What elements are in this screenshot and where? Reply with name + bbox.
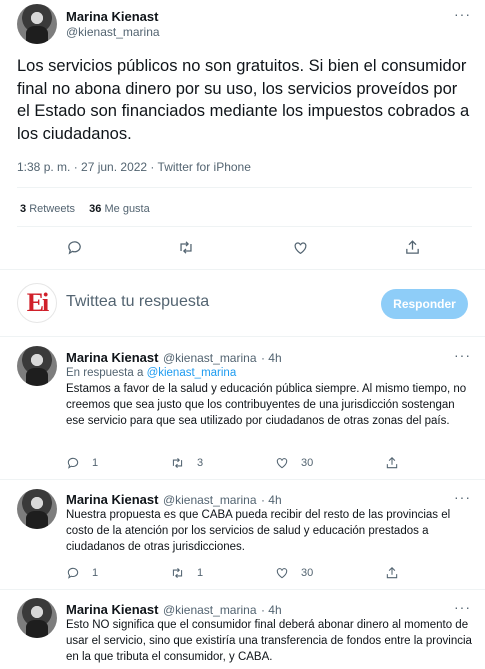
like-action[interactable]: 30 <box>275 566 313 580</box>
tweet-timestamp[interactable]: 1:38 p. m. · 27 jun. 2022 · Twitter for … <box>17 160 251 174</box>
reply-to-handle[interactable]: @kienast_marina <box>147 367 237 379</box>
like-action[interactable]: 30 <box>275 456 313 470</box>
reply-time[interactable]: · 4h <box>261 351 282 365</box>
author-avatar[interactable] <box>17 598 57 638</box>
author-name[interactable]: Marina Kienast <box>66 9 158 24</box>
reply-time[interactable]: · 4h <box>261 603 282 617</box>
reply-time[interactable]: · 4h <box>261 493 282 507</box>
more-icon[interactable]: ··· <box>454 489 471 505</box>
author-handle[interactable]: @kienast_marina <box>66 25 160 39</box>
retweet-action[interactable]: 3 <box>170 456 203 470</box>
author-avatar[interactable] <box>17 4 57 44</box>
tweet-stats: 3 Retweets 36 Me gusta <box>20 203 150 215</box>
author-name[interactable]: Marina Kienast <box>66 602 158 617</box>
reply-button[interactable]: Responder <box>381 289 468 319</box>
likes-count[interactable]: 36 <box>89 203 101 215</box>
author-avatar[interactable] <box>17 346 57 386</box>
retweet-icon <box>170 566 185 580</box>
logo-text: Ei <box>26 288 50 317</box>
more-icon[interactable]: ··· <box>454 599 471 615</box>
author-handle[interactable]: @kienast_marina <box>163 351 257 365</box>
retweet-count: 1 <box>197 567 204 579</box>
account-logo[interactable]: Ei <box>17 283 57 323</box>
likes-label[interactable]: Me gusta <box>104 203 149 215</box>
reply-icon[interactable] <box>66 239 83 256</box>
share-icon[interactable] <box>385 566 399 580</box>
reply-text: Esto NO significa que el consumidor fina… <box>66 619 472 663</box>
reply-count: 1 <box>92 567 99 579</box>
author-avatar[interactable] <box>17 489 57 529</box>
author-handle[interactable]: @kienast_marina <box>163 603 257 617</box>
retweet-icon[interactable] <box>177 239 195 256</box>
heart-icon <box>275 566 289 580</box>
like-count: 30 <box>301 567 314 579</box>
reply-text: Estamos a favor de la salud y educación … <box>66 383 467 427</box>
retweet-icon <box>170 456 185 470</box>
heart-icon[interactable] <box>292 240 309 256</box>
author-name[interactable]: Marina Kienast <box>66 492 158 507</box>
retweets-count[interactable]: 3 <box>20 203 26 215</box>
author-name[interactable]: Marina Kienast <box>66 350 158 365</box>
reply-icon <box>66 456 80 470</box>
reply-action[interactable]: 1 <box>66 566 98 580</box>
share-icon[interactable] <box>385 456 399 470</box>
more-icon[interactable]: ··· <box>454 347 471 363</box>
heart-icon <box>275 456 289 470</box>
more-icon[interactable]: ··· <box>454 6 471 22</box>
reply-action[interactable]: 1 <box>66 456 98 470</box>
author-handle[interactable]: @kienast_marina <box>163 493 257 507</box>
tweet-text: Los servicios públicos no son gratuitos.… <box>17 57 470 143</box>
retweet-action[interactable]: 1 <box>170 566 203 580</box>
reply-to-prefix: En respuesta a <box>66 367 144 379</box>
reply-icon <box>66 566 80 580</box>
reply-text: Nuestra propuesta es que CABA pueda reci… <box>66 509 451 553</box>
reply-count: 1 <box>92 457 99 469</box>
retweets-label[interactable]: Retweets <box>29 203 75 215</box>
share-icon[interactable] <box>404 239 421 256</box>
retweet-count: 3 <box>197 457 204 469</box>
reply-context: En respuesta a @kienast_marina <box>66 365 236 381</box>
like-count: 30 <box>301 457 314 469</box>
reply-input[interactable]: Twittea tu respuesta <box>66 293 209 311</box>
